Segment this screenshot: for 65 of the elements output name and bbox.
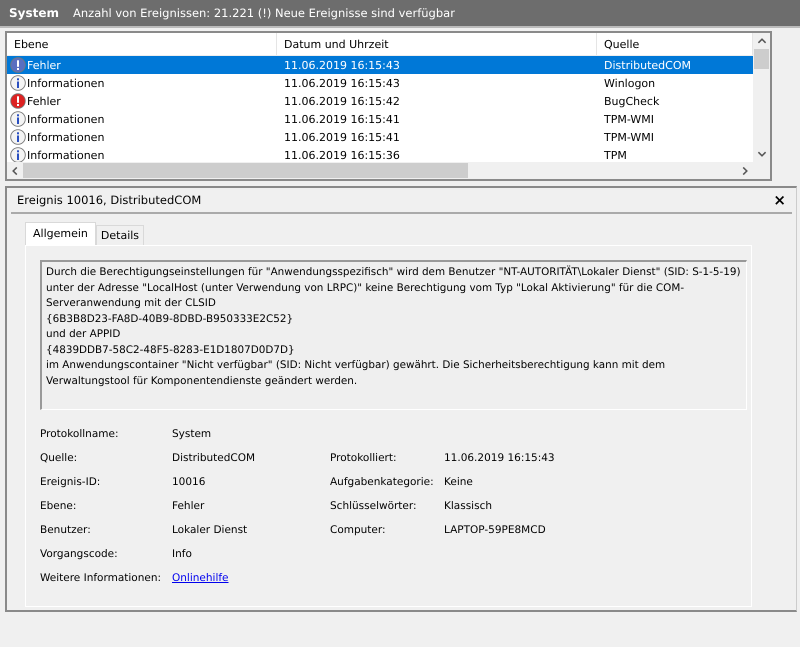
error-icon	[10, 93, 26, 109]
date-cell-text: 11.06.2019 16:15:41	[283, 130, 401, 144]
field-value: Lokaler Dienst	[172, 523, 248, 538]
date-cell-text: 11.06.2019 16:15:43	[283, 58, 401, 72]
event-row[interactable]: Informationen 11.06.2019 16:15:41 TPM-WMI	[7, 110, 753, 128]
field-label: Quelle:	[40, 451, 78, 466]
source-cell-text: TPM-WMI	[603, 130, 655, 144]
level-text: Informationen	[27, 148, 104, 162]
field-label: Benutzer:	[40, 523, 92, 538]
info-icon	[10, 147, 26, 162]
event-row[interactable]: Informationen 11.06.2019 16:15:41 TPM-WMI	[7, 128, 753, 146]
source-cell-text: Winlogon	[603, 76, 656, 90]
info-icon	[10, 75, 26, 91]
field-value: Fehler	[172, 499, 206, 514]
field-label: Protokolliert:	[330, 451, 398, 466]
help-link[interactable]: Onlinehilfe	[172, 571, 229, 586]
level-text: Fehler	[27, 58, 61, 72]
level-text: Informationen	[27, 130, 104, 144]
field-value: System	[172, 427, 212, 442]
source-cell-text: DistributedCOM	[603, 58, 692, 72]
date-cell-text: 11.06.2019 16:15:42	[283, 94, 401, 108]
event-row[interactable]: Informationen 11.06.2019 16:15:36 TPM	[7, 146, 753, 162]
field-label: Schlüsselwörter:	[330, 499, 418, 514]
source-cell-text: TPM-WMI	[603, 112, 655, 126]
field-value: DistributedCOM	[172, 451, 256, 466]
field-value: Keine	[444, 475, 474, 490]
info-icon	[10, 129, 26, 145]
info-icon	[10, 111, 26, 127]
field-label: Ebene:	[40, 499, 78, 514]
close-button[interactable]: ×	[767, 191, 792, 209]
field-value: 10016	[172, 475, 206, 490]
source-cell-text: TPM	[603, 148, 628, 162]
tab[interactable]: Allgemein	[25, 222, 96, 245]
field-value: Klassisch	[444, 499, 493, 514]
level-text: Informationen	[27, 112, 104, 126]
vertical-scrollbar[interactable]	[753, 33, 770, 162]
field-value: 11.06.2019 16:15:43	[444, 451, 556, 466]
scroll-thumb[interactable]	[754, 49, 769, 69]
event-message: Durch die Berechtigungseinstellungen für "Anwendungsspezifisch" wird dem Benutzer "NT-AUTORITÄT\Lokaler Dienst" (SID: S-1-5-19) unter der Adresse "LocalHost (unter Verwendung von LRPC)" keine Berechtigung vom Typ "Lokal Aktivierung" für die COM-Serveranwendung mit der CLSID {6B3B8D23-FA8D-40B9-8DBD-B950333E2C52} und der APPID {4839DDB7-58C2-48F5-8283-E1D1807D0D7D} im Anwendungscontainer "Nicht verfügbar" (SID: Nicht verfügbar) gewährt. Die Sicherheitsberechtigung kann mit dem Verwaltungstool für Komponentendienste geändert werden.	[40, 260, 747, 410]
column-header[interactable]: Ebene	[7, 33, 277, 55]
date-cell-text: 11.06.2019 16:15:41	[283, 112, 401, 126]
scroll-thumb[interactable]	[23, 163, 468, 178]
event-row[interactable]: Informationen 11.06.2019 16:15:43 Winlogon	[7, 74, 753, 92]
event-row[interactable]: Fehler 11.06.2019 16:15:42 BugCheck	[7, 92, 753, 110]
column-header[interactable]: Datum und Uhrzeit	[277, 33, 597, 55]
level-text: Fehler	[27, 94, 61, 108]
field-label: Ereignis-ID:	[40, 475, 102, 490]
field-label: Protokollname:	[40, 427, 120, 442]
error-icon	[10, 57, 26, 73]
date-cell-text: 11.06.2019 16:15:36	[283, 148, 401, 162]
event-count: Anzahl von Ereignissen: 21.221 (!) Neue Ereignisse sind verfügbar	[73, 6, 455, 20]
date-cell-text: 11.06.2019 16:15:43	[283, 76, 401, 90]
field-label: Aufgabenkategorie:	[330, 475, 435, 490]
field-label: Weitere Informationen:	[40, 571, 162, 586]
field-label: Vorgangscode:	[40, 547, 119, 562]
field-value: Info	[172, 547, 193, 562]
event-title: Ereignis 10016, DistributedCOM	[17, 193, 202, 207]
event-row[interactable]: Fehler 11.06.2019 16:15:43 DistributedCOM	[7, 56, 753, 74]
horizontal-scrollbar[interactable]	[7, 162, 770, 179]
tab[interactable]: Details	[96, 225, 144, 245]
field-label: Computer:	[330, 523, 387, 538]
log-title: System	[9, 6, 59, 20]
field-value: LAPTOP-59PE8MCD	[444, 523, 547, 538]
level-text: Informationen	[27, 76, 104, 90]
source-cell-text: BugCheck	[603, 94, 660, 108]
